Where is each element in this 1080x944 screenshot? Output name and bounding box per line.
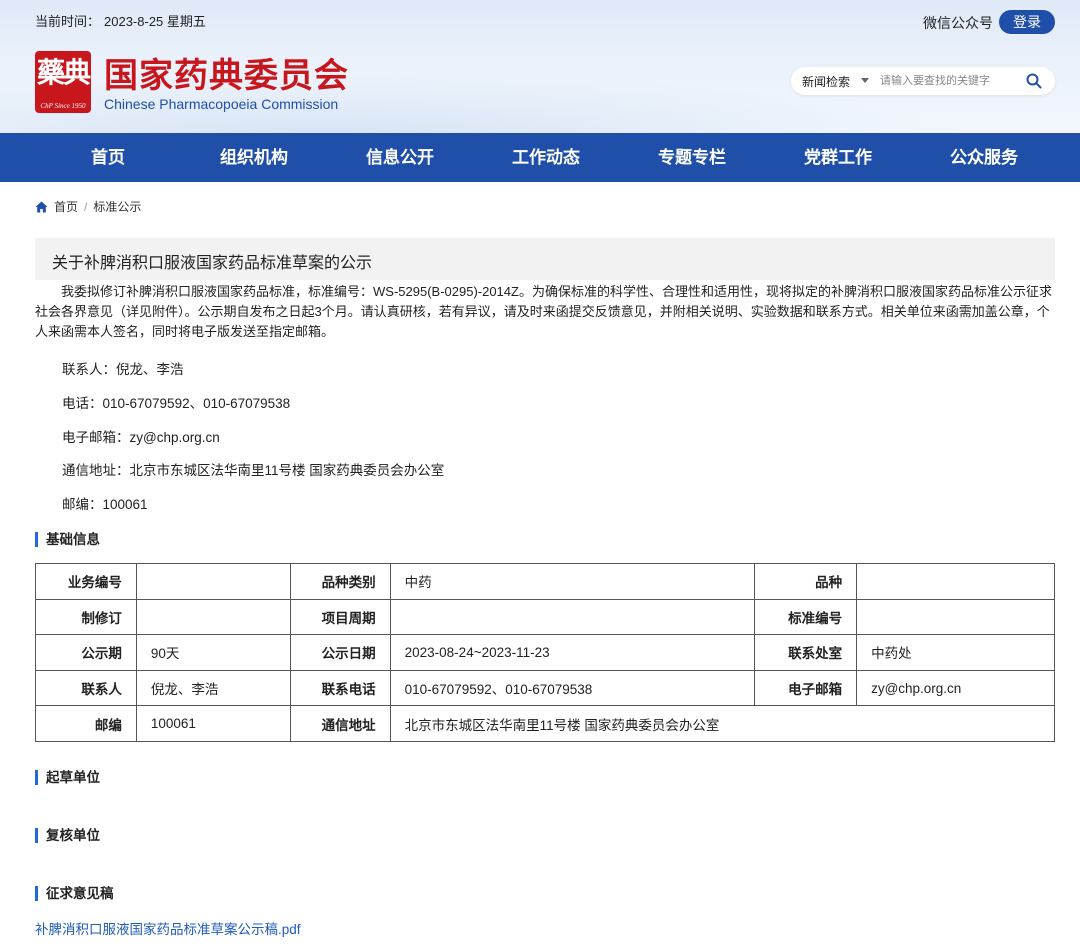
search-input[interactable] [880,72,1020,90]
breadcrumb-current[interactable]: 标准公示 [93,200,141,214]
table-cell: 2023-08-24~2023-11-23 [389,634,756,671]
table-label: 品种类别 [289,563,391,600]
table-cell [856,598,1055,636]
date-value: 2023-8-25 星期五 [104,14,206,29]
section-comment-draft: 征求意见稿 [35,886,114,901]
section-basic-info: 基础信息 [35,532,100,547]
main-nav: 首页 组织机构 信息公开 工作动态 专题专栏 党群工作 公众服务 [0,133,1080,182]
table-row: 业务编号 品种类别 中药 品种 [35,563,1055,600]
date-label: 当前时间： [35,14,101,29]
table-cell: 中药 [389,563,756,600]
search-box: 新闻检索 [791,67,1055,95]
table-cell: 90天 [135,634,291,671]
nav-item-organization[interactable]: 组织机构 [194,133,314,182]
table-label: 公示日期 [289,634,391,671]
article-body: 我委拟修订补脾消积口服液国家药品标准，标准编号：WS-5295(B-0295)-… [35,284,1052,339]
table-label: 业务编号 [35,563,137,600]
caret-down-icon[interactable] [861,78,869,83]
table-label: 电子邮箱 [754,669,858,707]
table-label: 制修订 [35,598,137,636]
attachment-pdf-link[interactable]: 补脾消积口服液国家药品标准草案公示稿.pdf [35,918,301,938]
site-title-cn[interactable]: 国家药典委员会 [104,48,349,97]
nav-item-work-news[interactable]: 工作动态 [486,133,606,182]
table-label: 邮编 [35,705,137,742]
contact-address: 通信地址：北京市东城区法华南里11号楼 国家药典委员会办公室 [62,463,445,478]
home-icon[interactable] [35,201,48,213]
nav-item-party-work[interactable]: 党群工作 [778,133,898,182]
breadcrumb: 首页 / 标准公示 [35,199,141,215]
table-label: 联系人 [35,669,137,707]
table-label: 品种 [754,563,858,600]
nav-item-special-topics[interactable]: 专题专栏 [632,133,752,182]
site-header: 当前时间： 2023-8-25 星期五 微信公众号 登录 藥典 ChP Since… [0,0,1080,133]
table-row: 制修订 项目周期 标准编号 [35,598,1055,636]
breadcrumb-home[interactable]: 首页 [54,200,78,214]
table-cell: 010-67079592、010-67079538 [389,669,756,707]
table-cell: 中药处 [856,634,1055,671]
current-date: 当前时间： 2023-8-25 星期五 [35,11,210,30]
table-cell: 100061 [135,705,291,742]
breadcrumb-separator: / [84,200,88,214]
seal-since-text: ChP Since 1950 [40,102,86,110]
contact-phone: 电话：010-67079592、010-67079538 [62,396,291,411]
article-title: 关于补脾消积口服液国家药品标准草案的公示 [52,255,373,272]
table-label: 标准编号 [754,598,858,636]
table-label: 项目周期 [289,598,391,636]
table-cell [856,563,1055,600]
login-button[interactable]: 登录 [999,10,1055,34]
basic-info-table: 业务编号 品种类别 中药 品种 制修订 项目周期 标准编号 公示期 90天 公示… [35,563,1056,742]
table-label: 联系电话 [289,669,391,707]
table-cell: zy@chp.org.cn [856,669,1055,707]
table-label: 公示期 [35,634,137,671]
table-row: 联系人 倪龙、李浩 联系电话 010-67079592、010-67079538… [35,669,1055,707]
section-draft-unit: 起草单位 [35,770,100,785]
contact-person: 联系人：倪龙、李浩 [62,362,184,377]
table-cell [389,598,756,636]
article-title-bar: 关于补脾消积口服液国家药品标准草案的公示 [35,238,1055,280]
table-cell [135,598,291,636]
search-category-select[interactable]: 新闻检索 [802,73,850,90]
contact-postcode: 邮编：100061 [62,497,148,512]
table-cell [135,563,291,600]
section-review-unit: 复核单位 [35,828,100,843]
contact-email: 电子邮箱：zy@chp.org.cn [62,430,220,445]
table-cell: 北京市东城区法华南里11号楼 国家药典委员会办公室 [389,705,1056,742]
wechat-link[interactable]: 微信公众号 [923,13,993,33]
seal-logo[interactable]: 藥典 ChP Since 1950 [35,51,91,113]
nav-item-home[interactable]: 首页 [48,133,168,182]
table-row: 公示期 90天 公示日期 2023-08-24~2023-11-23 联系处室 … [35,634,1055,671]
search-icon[interactable] [1025,72,1043,90]
nav-item-public-service[interactable]: 公众服务 [924,133,1044,182]
site-title-en[interactable]: Chinese Pharmacopoeia Commission [104,96,338,112]
table-label: 通信地址 [289,705,391,742]
table-row: 邮编 100061 通信地址 北京市东城区法华南里11号楼 国家药典委员会办公室 [35,705,1056,742]
nav-item-info-disclosure[interactable]: 信息公开 [340,133,460,182]
table-cell: 倪龙、李浩 [135,669,291,707]
table-label: 联系处室 [754,634,858,671]
